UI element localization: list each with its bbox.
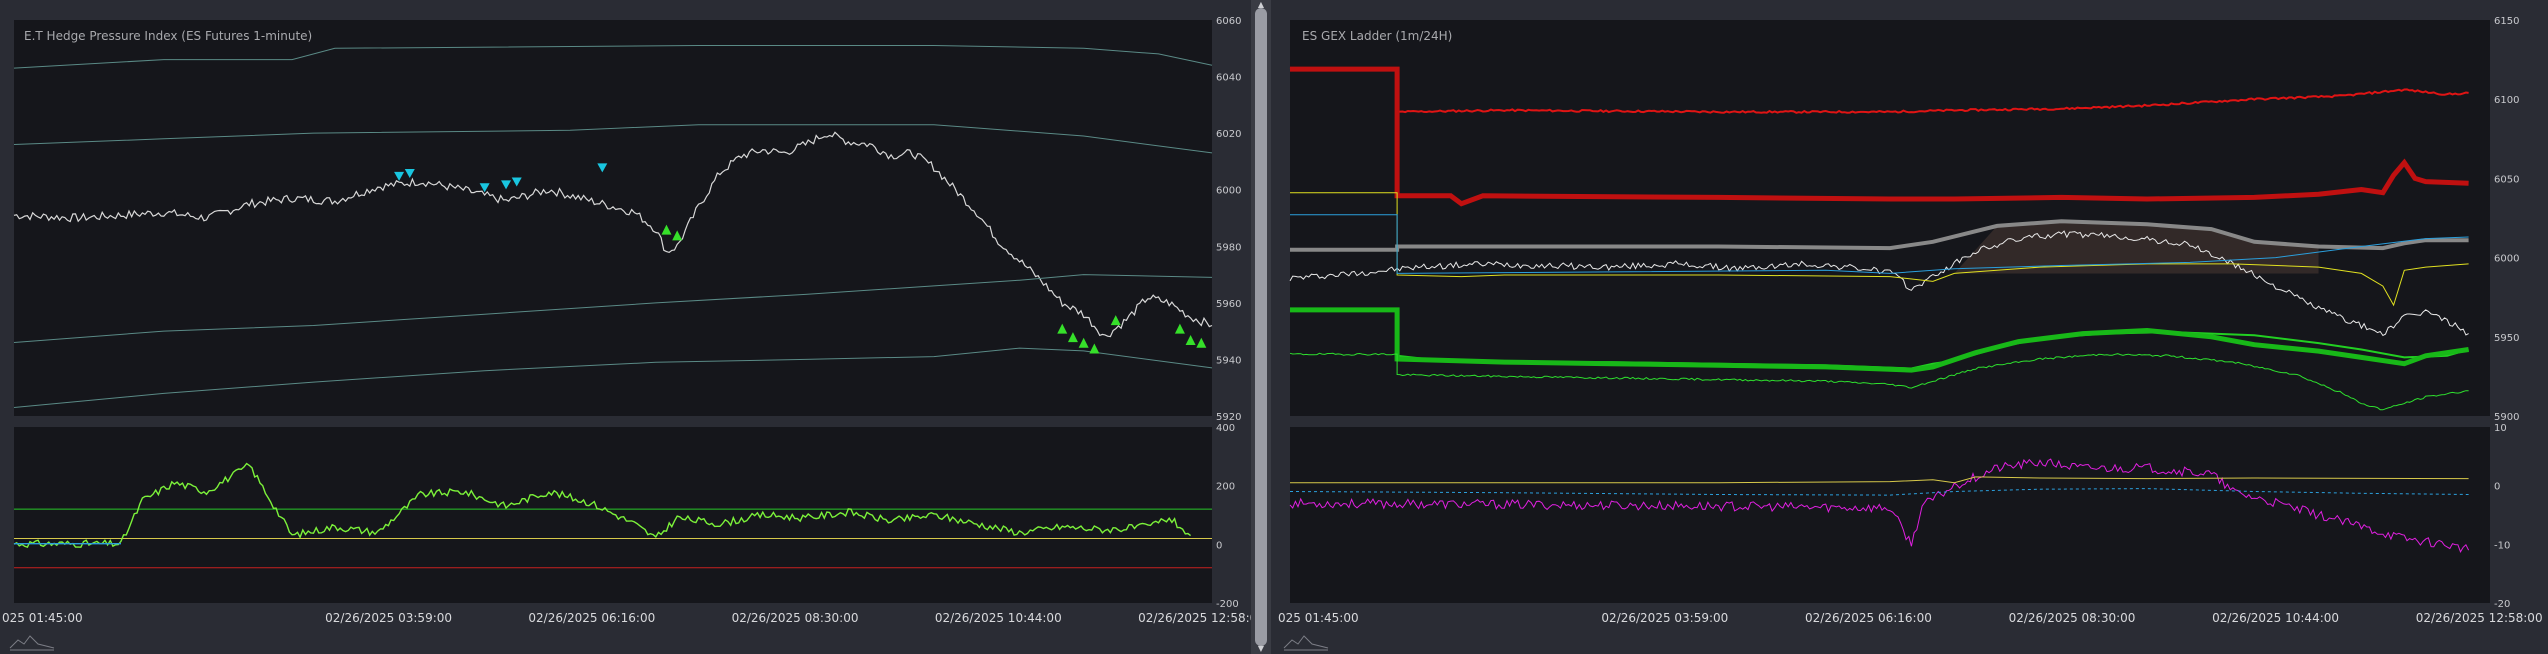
y-tick-label: 6040 (1216, 73, 1241, 84)
y-tick-label: 5980 (1216, 242, 1241, 253)
y-tick-label: 5950 (2494, 333, 2519, 344)
y-tick-label: -200 (1216, 599, 1239, 610)
x-tick-label: 02/26/2025 06:16:00 (528, 611, 655, 625)
y-tick-label: 6100 (2494, 95, 2519, 106)
right-chart-panel: ES GEX Ladder (1m/24H) 6150 6100 6050 6000 5… (1272, 0, 2548, 654)
x-tick-label: 02/26/2025 06:16:00 (1805, 611, 1932, 625)
left-chart-title: E.T Hedge Pressure Index (ES Futures 1-m… (24, 29, 312, 43)
y-tick-label: 5900 (2494, 412, 2519, 423)
x-tick-label: 025 01:45:00 (1278, 611, 1359, 625)
left-mini-chart-icon[interactable] (6, 633, 60, 651)
y-tick-label: 6000 (1216, 186, 1241, 197)
y-tick-label: 0 (1216, 540, 1222, 551)
x-tick-label: 02/26/2025 03:59:00 (325, 611, 452, 625)
y-tick-label: 6060 (1216, 16, 1241, 27)
x-tick-label: 02/26/2025 12:58:00 (1138, 611, 1265, 625)
right-chart-title: ES GEX Ladder (1m/24H) (1302, 29, 1452, 43)
right-price-plot-area[interactable] (1290, 20, 2490, 416)
x-tick-label: 02/26/2025 08:30:00 (2009, 611, 2136, 625)
y-tick-label: 5960 (1216, 299, 1241, 310)
right-mini-chart-icon[interactable] (1280, 633, 1334, 651)
y-tick-label: 5940 (1216, 355, 1241, 366)
left-price-plot-area[interactable] (14, 20, 1212, 416)
y-tick-label: 400 (1216, 423, 1235, 434)
y-tick-label: 6020 (1216, 129, 1241, 140)
y-tick-label: -20 (2494, 599, 2510, 610)
y-tick-label: 6150 (2494, 16, 2519, 27)
y-tick-label: 200 (1216, 482, 1235, 493)
scroll-down-icon[interactable]: ▼ (1255, 644, 1267, 654)
x-tick-label: 025 01:45:00 (2, 611, 83, 625)
x-tick-label: 02/26/2025 12:58:00 (2416, 611, 2543, 625)
y-tick-label: 6050 (2494, 174, 2519, 185)
left-chart-panel: E.T Hedge Pressure Index (ES Futures 1-m… (0, 0, 1265, 654)
scrollbar-thumb[interactable] (1255, 8, 1267, 646)
x-tick-label: 02/26/2025 03:59:00 (1601, 611, 1728, 625)
x-tick-label: 02/26/2025 10:44:00 (935, 611, 1062, 625)
x-tick-label: 02/26/2025 10:44:00 (2212, 611, 2339, 625)
y-tick-label: 0 (2494, 482, 2500, 493)
x-tick-label: 02/26/2025 08:30:00 (732, 611, 859, 625)
left-oscillator-plot-area[interactable] (14, 427, 1212, 603)
scroll-up-icon[interactable]: ▲ (1255, 0, 1267, 10)
y-tick-label: 10 (2494, 423, 2507, 434)
y-tick-label: -10 (2494, 540, 2510, 551)
y-tick-label: 6000 (2494, 254, 2519, 265)
y-tick-label: 5920 (1216, 412, 1241, 423)
